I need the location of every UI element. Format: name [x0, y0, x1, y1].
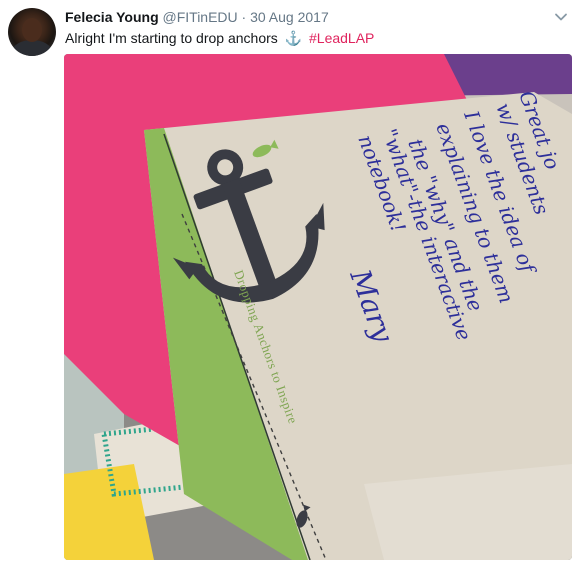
hashtag-link[interactable]: #LeadLAP — [309, 30, 374, 46]
author-handle[interactable]: @FITinEDU — [163, 9, 238, 25]
anchor-emoji-icon: ⚓ — [284, 30, 303, 46]
avatar[interactable] — [8, 8, 56, 56]
author-name[interactable]: Felecia Young — [65, 9, 159, 25]
avatar-shoulders — [12, 40, 52, 56]
tweet-header: Felecia Young @FITinEDU · 30 Aug 2017 — [65, 8, 329, 26]
separator: · — [241, 9, 247, 25]
tweet-date[interactable]: 30 Aug 2017 — [250, 9, 329, 25]
tweet[interactable]: Felecia Young @FITinEDU · 30 Aug 2017 Al… — [0, 0, 578, 568]
tweet-text: Alright I'm starting to drop anchors ⚓ #… — [65, 29, 374, 47]
chevron-down-icon[interactable] — [554, 10, 568, 24]
avatar-face — [22, 18, 42, 42]
tweet-photo[interactable]: Dropping Anchors to Inspire Great jo w/ … — [64, 54, 572, 560]
tweet-body: Alright I'm starting to drop anchors — [65, 30, 278, 46]
